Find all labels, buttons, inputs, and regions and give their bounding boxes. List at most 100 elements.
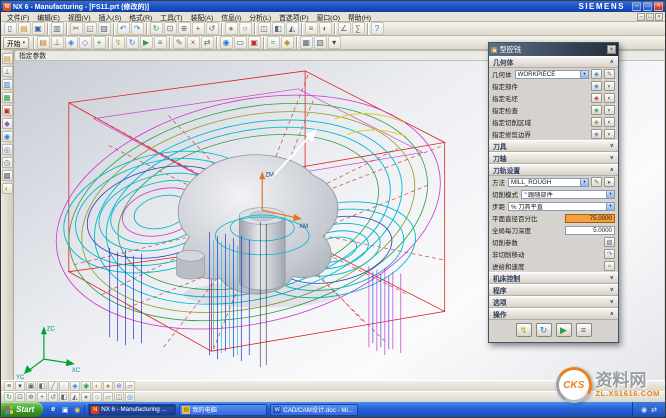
wireframe-display-icon[interactable]: ○: [239, 22, 252, 35]
list-button[interactable]: ≡: [576, 323, 592, 337]
front-view-icon[interactable]: ◧: [59, 392, 69, 402]
copy-icon[interactable]: ◱: [84, 22, 97, 35]
start-button[interactable]: Start: [1, 402, 43, 417]
history-icon[interactable]: ◷: [2, 157, 13, 168]
measure-angle-icon[interactable]: ∠: [338, 22, 351, 35]
fit-view-icon[interactable]: ⊡: [164, 22, 177, 35]
close-button[interactable]: ×: [654, 2, 663, 11]
dialog-titlebar[interactable]: ▣ 型腔铣 ×: [489, 43, 618, 56]
list-window-icon[interactable]: ▭: [234, 36, 247, 49]
create-method-icon[interactable]: ◇: [79, 36, 92, 49]
redo-icon[interactable]: ↷: [131, 22, 144, 35]
shaded-display-icon[interactable]: ●: [225, 22, 238, 35]
menu-item[interactable]: 工具(T): [156, 12, 186, 22]
section-options[interactable]: 选项 ∨: [489, 296, 618, 308]
menu-item[interactable]: 装配(A): [187, 12, 218, 22]
refresh-view-icon[interactable]: ↻: [4, 392, 14, 402]
replay-toolpath-icon[interactable]: ↻: [126, 36, 139, 49]
snap-point-icon[interactable]: ◈: [70, 381, 80, 391]
view-front-icon[interactable]: ◧: [272, 22, 285, 35]
save-icon[interactable]: ▣: [32, 22, 45, 35]
wireframe-icon[interactable]: ○: [92, 392, 102, 402]
network-tray-icon[interactable]: ⇄: [651, 406, 657, 414]
zoom-in-icon[interactable]: ⊕: [178, 22, 191, 35]
fit-window-icon[interactable]: ⊡: [15, 392, 25, 402]
maximize-button[interactable]: □: [643, 2, 652, 11]
select-check-button[interactable]: ◈: [591, 105, 602, 115]
edit-object-icon[interactable]: ✎: [173, 36, 186, 49]
internet-explorer-icon[interactable]: ◎: [2, 144, 13, 155]
feeds-speeds-button[interactable]: ≈: [604, 261, 615, 271]
doc-close-button[interactable]: ×: [655, 13, 663, 21]
ie-quicklaunch-icon[interactable]: e: [48, 405, 58, 415]
clip-section-icon[interactable]: ▱: [103, 392, 113, 402]
wcs-toggle-icon[interactable]: ⊕: [114, 381, 124, 391]
refresh-icon[interactable]: ↻: [150, 22, 163, 35]
view-top-icon[interactable]: ◫: [258, 22, 271, 35]
depth-per-cut-input[interactable]: 5.0000: [565, 226, 615, 235]
volume-tray-icon[interactable]: ◉: [641, 406, 647, 414]
snap-midpoint-icon[interactable]: ◐: [92, 381, 102, 391]
rotate-view-icon[interactable]: ↺: [206, 22, 219, 35]
cutting-parameters-button[interactable]: ▧: [604, 237, 615, 247]
stepover-combo[interactable]: % 刀具平直 ▾: [508, 202, 615, 211]
select-face-icon[interactable]: ◧: [37, 381, 47, 391]
show-toolpath-icon[interactable]: ◉: [220, 36, 233, 49]
open-file-icon[interactable]: ▤: [18, 22, 31, 35]
create-geometry-icon[interactable]: ◈: [65, 36, 78, 49]
snapshot-icon[interactable]: ◎: [125, 392, 135, 402]
isometric-view-icon[interactable]: ◭: [70, 392, 80, 402]
misc-selection-icon[interactable]: ▱: [125, 381, 135, 391]
section-path-settings[interactable]: 刀轨设置 ∧: [489, 164, 618, 176]
pan-view-icon[interactable]: +: [37, 392, 47, 402]
doc-restore-button[interactable]: □: [646, 13, 654, 21]
verify-toolpath-icon[interactable]: ▶: [140, 36, 153, 49]
constraint-navigator-icon[interactable]: ⊥: [2, 66, 13, 77]
snap-center-icon[interactable]: ◉: [81, 381, 91, 391]
flat-diameter-input[interactable]: 75.0000: [565, 214, 615, 223]
dialog-close-button[interactable]: ×: [607, 45, 616, 54]
select-blank-button[interactable]: ◈: [591, 93, 602, 103]
menu-item[interactable]: 文件(F): [3, 12, 33, 22]
menu-item[interactable]: 编辑(E): [33, 12, 64, 22]
shaded-icon[interactable]: ●: [81, 392, 91, 402]
assembly-navigator-icon[interactable]: ▤: [2, 53, 13, 64]
operation-navigator-icon[interactable]: ▦: [2, 92, 13, 103]
verify-button[interactable]: ▶: [556, 323, 572, 337]
machine-tool-view-icon[interactable]: ▣: [2, 105, 13, 116]
cut-icon[interactable]: ✂: [70, 22, 83, 35]
menu-item[interactable]: 窗口(O): [313, 12, 344, 22]
task-nx[interactable]: N NX 6 - Manufacturing ...: [88, 404, 176, 416]
reuse-library-icon[interactable]: ◆: [2, 118, 13, 129]
selection-filter-icon[interactable]: ▾: [15, 381, 25, 391]
create-operation-icon[interactable]: +: [93, 36, 106, 49]
menu-item[interactable]: 信息(I): [217, 12, 245, 22]
display-trim-button[interactable]: ◐: [604, 129, 615, 139]
feeds-speeds-icon[interactable]: ≈: [267, 36, 280, 49]
machine-simulation-icon[interactable]: ▣: [248, 36, 261, 49]
doc-minimize-button[interactable]: –: [637, 13, 645, 21]
cut-pattern-combo[interactable]: ≈ 跟随部件 ▾: [521, 190, 615, 199]
zoom-icon[interactable]: ⊕: [26, 392, 36, 402]
help-icon[interactable]: ?: [371, 22, 384, 35]
generate-toolpath-icon[interactable]: ↯: [112, 36, 125, 49]
materials-icon[interactable]: ▩: [2, 170, 13, 181]
part-navigator-icon[interactable]: ▥: [2, 79, 13, 90]
section-actions[interactable]: 操作 ∧: [489, 308, 618, 320]
minimize-button[interactable]: –: [632, 2, 641, 11]
postprocess-icon[interactable]: ≡: [154, 36, 167, 49]
display-blank-button[interactable]: ◐: [604, 93, 615, 103]
method-menu-button[interactable]: ▸: [604, 177, 615, 187]
section-tool[interactable]: 刀具 ∨: [489, 140, 618, 152]
select-trim-button[interactable]: ◈: [591, 129, 602, 139]
print-icon[interactable]: ▥: [51, 22, 64, 35]
select-geometry-button[interactable]: ◈: [591, 69, 602, 79]
pan-icon[interactable]: +: [192, 22, 205, 35]
more-commands-icon[interactable]: ▾: [328, 36, 341, 49]
menu-item[interactable]: 插入(S): [95, 12, 126, 22]
task-word-doc[interactable]: W CAD/CAM设计.doc - Mi...: [270, 404, 358, 416]
analysis-icon[interactable]: ∑: [352, 22, 365, 35]
undo-icon[interactable]: ↶: [117, 22, 130, 35]
menu-icon[interactable]: ≡: [4, 381, 14, 391]
delete-object-icon[interactable]: ×: [187, 36, 200, 49]
